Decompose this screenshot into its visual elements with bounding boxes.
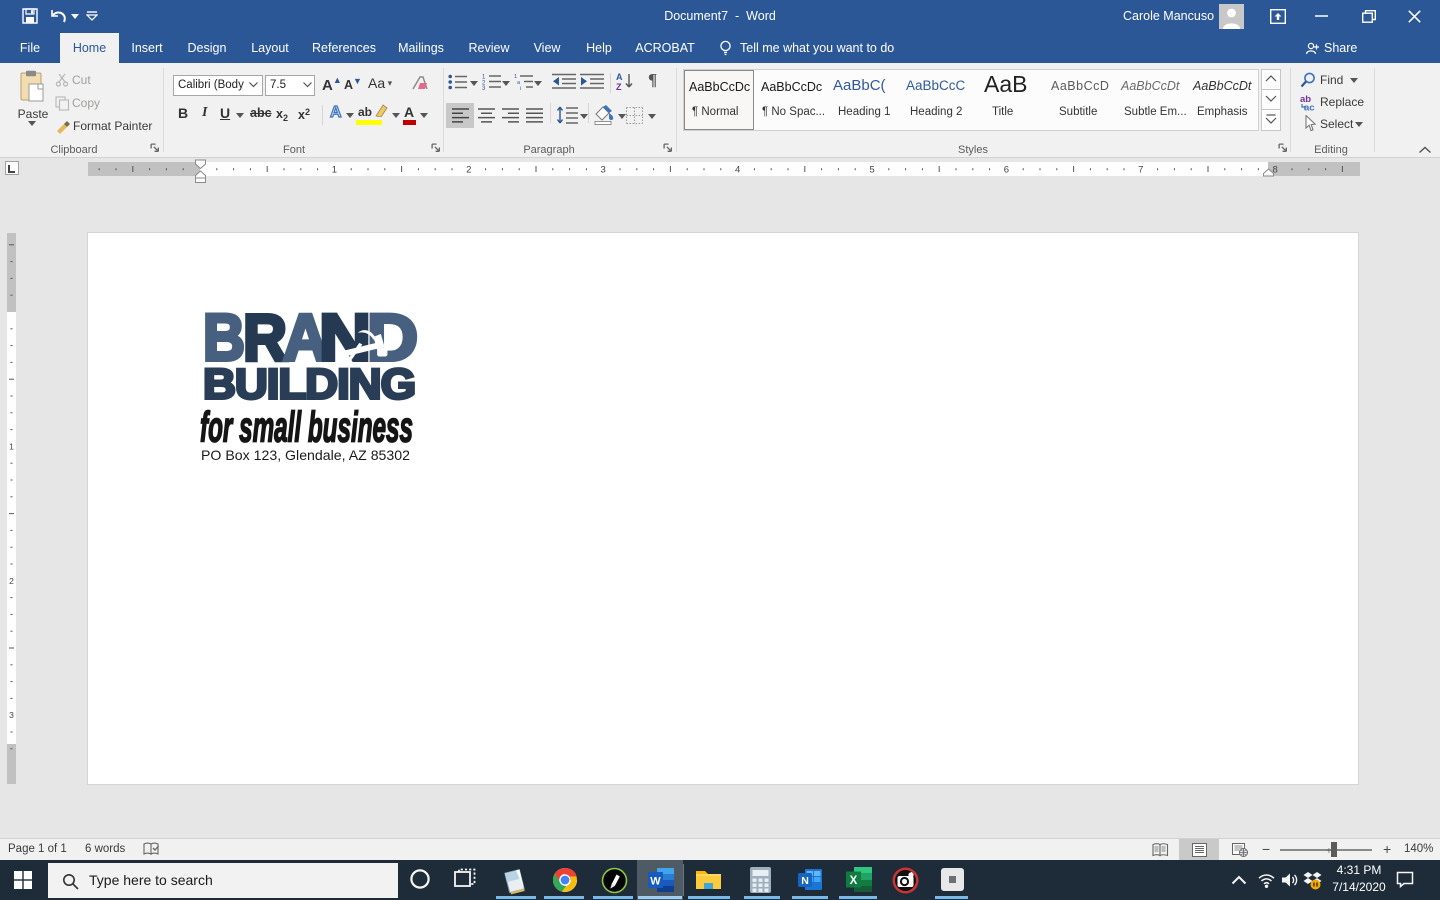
svg-text:BUILDING: BUILDING <box>203 367 415 403</box>
svg-text:2: 2 <box>466 165 471 176</box>
svg-text:A: A <box>616 72 623 82</box>
svg-text:B: B <box>204 311 245 363</box>
svg-text:N: N <box>801 875 809 887</box>
svg-text:6: 6 <box>1004 165 1009 176</box>
svg-text:PO Box 123, Glendale, AZ 85302: PO Box 123, Glendale, AZ 85302 <box>201 447 410 463</box>
svg-text:Z: Z <box>616 82 622 91</box>
svg-text:R: R <box>243 311 287 363</box>
svg-text:3: 3 <box>601 165 606 176</box>
svg-text:1: 1 <box>332 165 337 176</box>
svg-text:2: 2 <box>9 576 14 586</box>
svg-text:for small business: for small business <box>200 406 413 452</box>
svg-text:5: 5 <box>869 165 874 176</box>
svg-text:1: 1 <box>9 441 14 451</box>
svg-text:X: X <box>850 875 858 887</box>
svg-text:W: W <box>650 876 661 888</box>
svg-text:7: 7 <box>1138 165 1143 176</box>
svg-text:4: 4 <box>735 165 740 176</box>
svg-text:3: 3 <box>482 86 486 90</box>
svg-text:3: 3 <box>9 710 14 720</box>
svg-text:i: i <box>520 86 521 90</box>
